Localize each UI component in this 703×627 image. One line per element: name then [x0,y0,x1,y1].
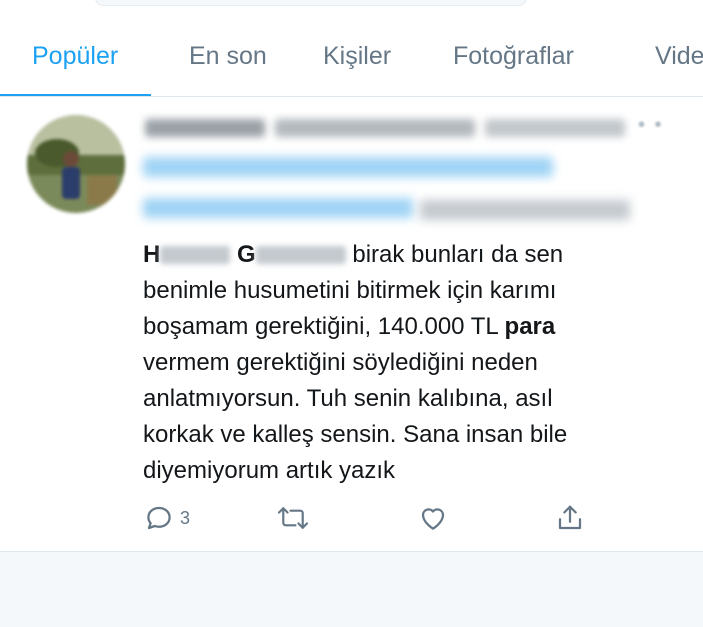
tweet-bold-word: para [504,313,556,340]
tab-photos[interactable]: Fotoğraflar [453,42,574,71]
share-button[interactable] [555,503,585,533]
retweet-icon [276,503,310,533]
timeline-background [0,552,703,627]
search-bar-remnant[interactable] [95,0,527,6]
reply-icon [144,503,174,533]
tweet-actions: 3 [0,503,703,543]
like-button[interactable] [418,503,448,533]
tweet-line-6: korkak ve kalleş sensin. Sana insan bile [143,421,568,448]
tweet-card[interactable]: • • H G birak bunları da sen benimle hus… [0,97,703,552]
top-strip [0,0,703,12]
tab-latest[interactable]: En son [189,42,267,71]
heart-icon [418,503,448,533]
tab-videos[interactable]: Vide [655,42,703,71]
mention-initial-1: H [143,241,161,268]
search-tabs: Popüler En son Kişiler Fotoğraflar Vide [0,12,703,97]
tweet-line-3: boşamam gerektiğini, 140.000 TL [143,313,505,340]
tweet-line-4: vermem gerektiğini söylediğini neden [143,349,538,376]
mention-initial-2: G [237,241,256,268]
more-icon[interactable]: • • [638,114,664,137]
tweet-line-5: anlatmıyorsun. Tuh senin kalıbına, asıl [143,385,553,412]
tweet-line-2: benimle husumetini bitirmek için karımı [143,277,557,304]
redacted-name-part [160,246,231,264]
reply-count: 3 [180,507,191,528]
tweet-text: H G birak bunları da sen benimle husumet… [143,237,673,489]
share-icon [555,503,585,533]
tweet-line-7: diyemiyorum artık yazık [143,457,396,484]
tab-people[interactable]: Kişiler [323,42,391,71]
retweet-button[interactable] [276,503,310,533]
avatar[interactable] [27,115,125,213]
reply-button[interactable]: 3 [144,503,190,533]
tweet-line-1: birak bunları da sen [345,241,564,268]
redacted-name-part [255,246,346,264]
tab-popular[interactable]: Popüler [32,42,118,71]
